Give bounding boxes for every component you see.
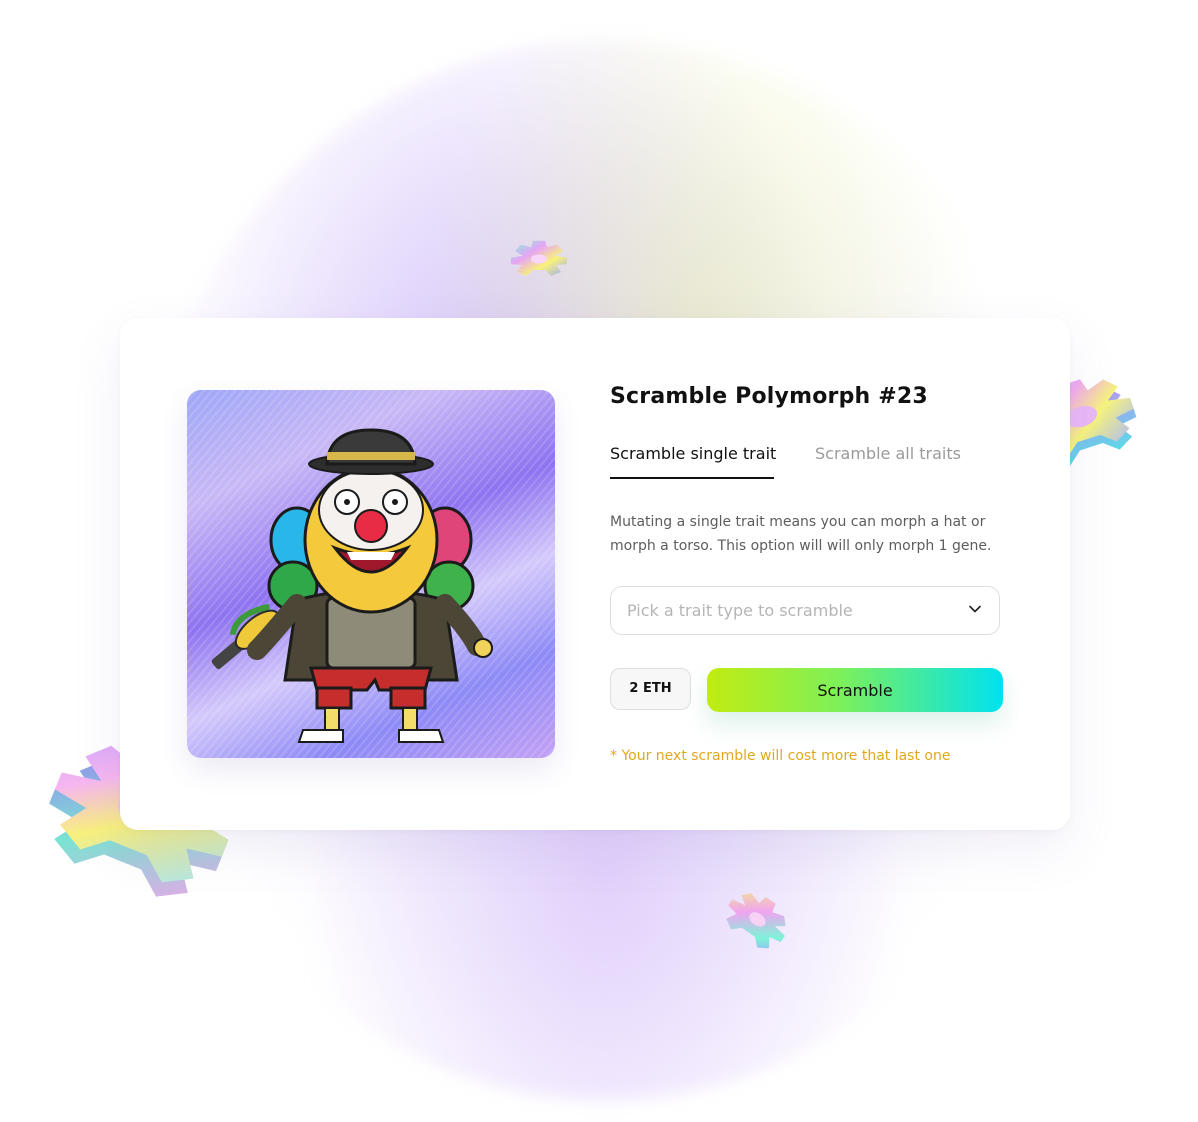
scramble-mode-tabs: Scramble single trait Scramble all trait… <box>610 444 1002 479</box>
tab-scramble-all-traits[interactable]: Scramble all traits <box>815 444 961 477</box>
scramble-description: Mutating a single trait means you can mo… <box>610 514 992 554</box>
cost-warning-note: * Your next scramble will cost more that… <box>610 748 951 764</box>
trait-select-placeholder: Pick a trait type to scramble <box>627 601 853 620</box>
chevron-down-icon <box>969 605 981 613</box>
trait-type-select[interactable]: Pick a trait type to scramble <box>610 586 1000 635</box>
scramble-modal: Scramble Polymorph #23 Scramble single t… <box>120 318 1070 830</box>
promo-stage: Scramble Polymorph #23 Scramble single t… <box>0 0 1198 1122</box>
price-badge: 2 ETH <box>610 668 691 710</box>
polymorph-character-illustration <box>211 428 493 743</box>
page-title: Scramble Polymorph #23 <box>610 384 928 409</box>
small-gear-top-decoration <box>511 240 567 276</box>
scramble-button[interactable]: Scramble <box>707 668 1003 712</box>
small-gear-bottom-decoration <box>726 893 786 949</box>
tab-scramble-single-trait[interactable]: Scramble single trait <box>610 444 776 479</box>
polymorph-image <box>187 390 555 758</box>
